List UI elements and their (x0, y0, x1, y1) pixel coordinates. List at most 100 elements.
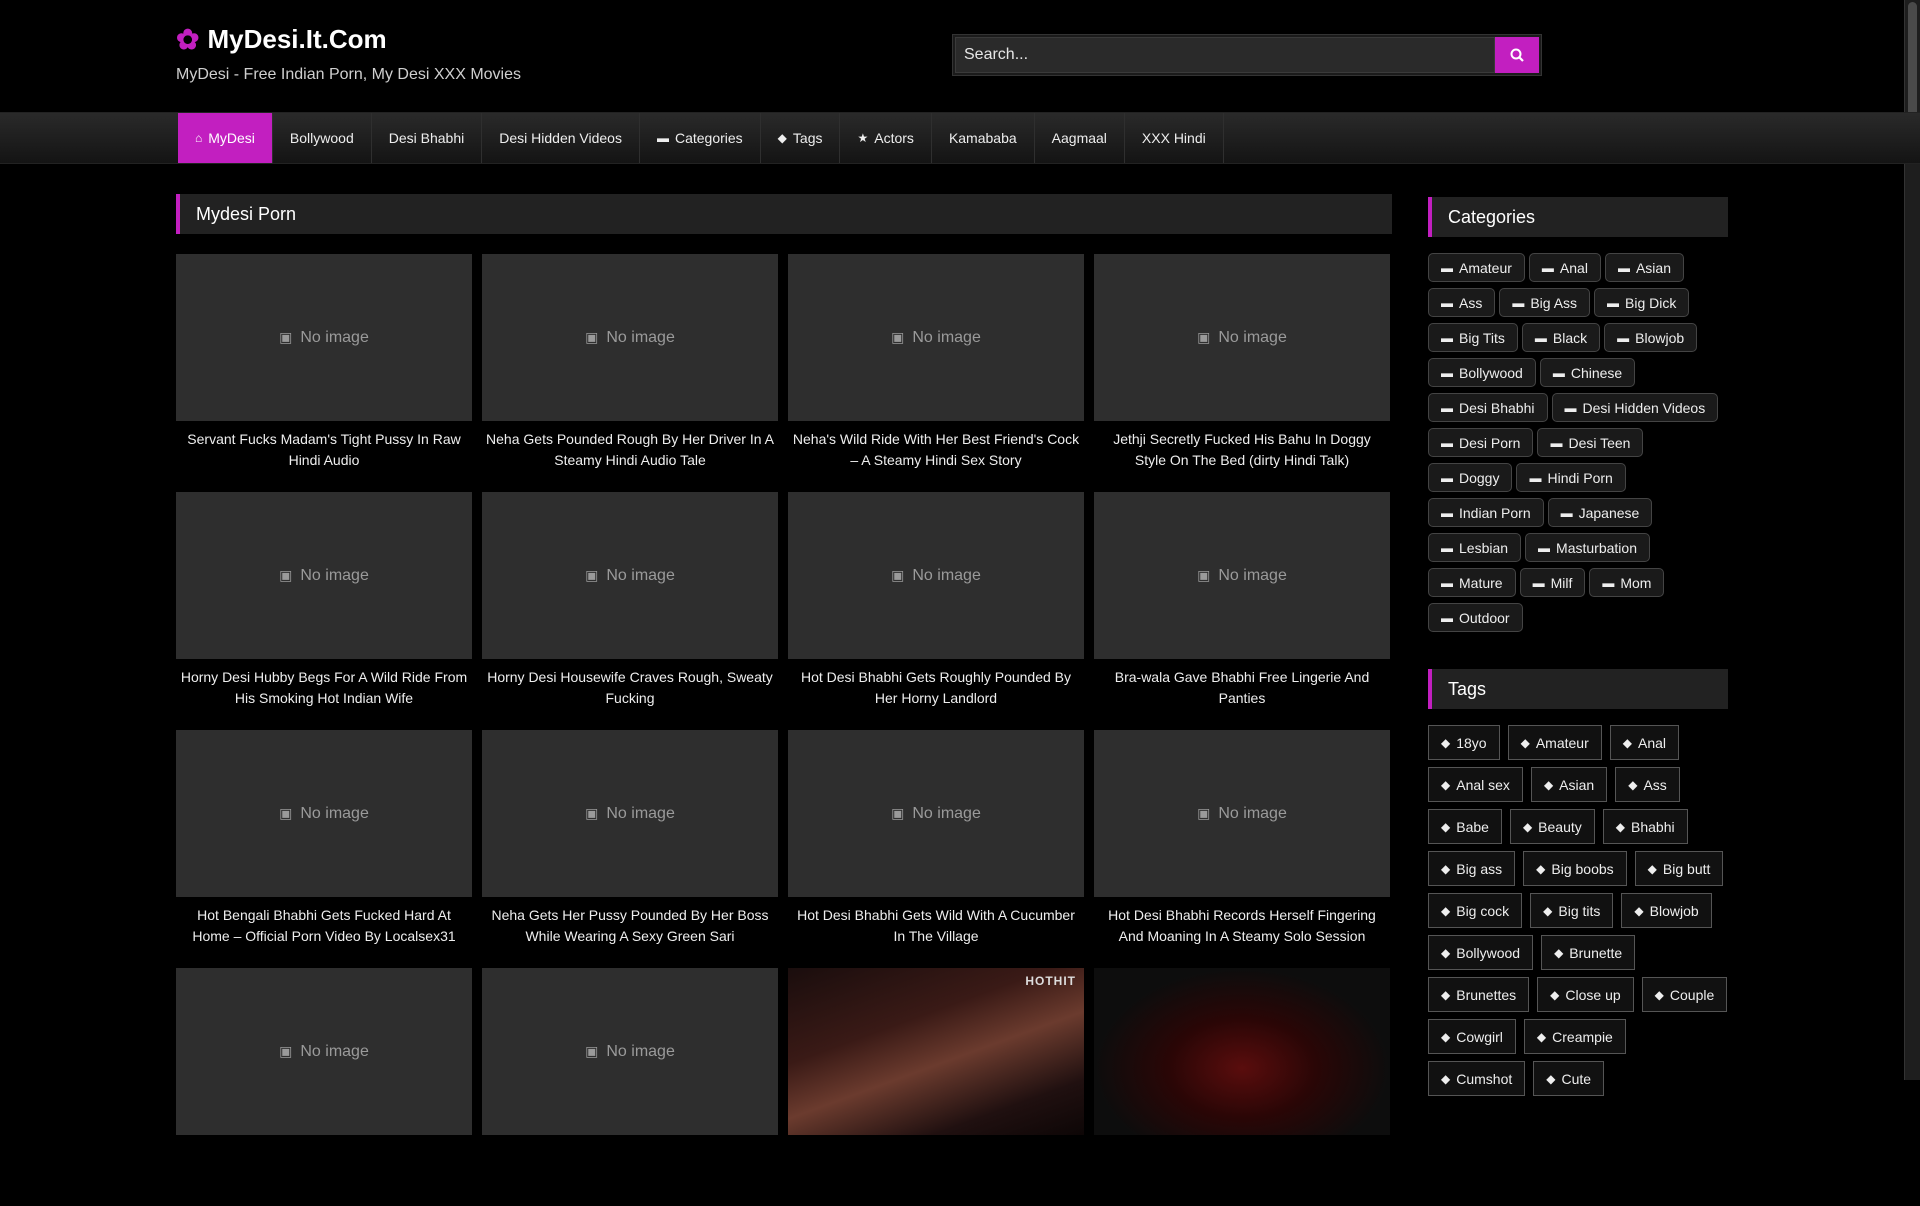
category-item[interactable]: ▬ Japanese (1547, 498, 1653, 527)
video-card[interactable]: ▣ No image Hot Bengali Bhabhi Gets Fucked … (176, 730, 472, 968)
video-card[interactable] (1094, 968, 1390, 1206)
video-title[interactable]: Hot Desi Bhabhi Gets Roughly Pounded By … (788, 667, 1084, 709)
category-item[interactable]: ▬ Anal (1528, 253, 1601, 282)
video-thumbnail[interactable]: ▣ No image (1094, 730, 1390, 897)
tag-item[interactable]: ◆ Beauty (1509, 809, 1595, 844)
video-title[interactable]: Neha's Wild Ride With Her Best Friend's … (788, 429, 1084, 471)
category-item[interactable]: ▬ Mom (1589, 568, 1665, 597)
tag-item[interactable]: ◆ Blowjob (1621, 893, 1712, 928)
video-card[interactable]: ▣ No image Hot Desi Bhabhi Records Herself… (1094, 730, 1390, 968)
category-item[interactable]: ▬ Mature (1428, 568, 1516, 597)
category-item[interactable]: ▬ Desi Hidden Videos (1551, 393, 1719, 422)
tag-item[interactable]: ◆ Big ass (1428, 851, 1516, 886)
nav-item-actors[interactable]: ★ Actors (840, 113, 932, 163)
video-thumbnail[interactable]: ▣ No image (788, 254, 1084, 421)
video-card[interactable]: ▣ No image Horny Desi Hubby Begs For A Wil… (176, 492, 472, 730)
video-title[interactable]: Neha Gets Her Pussy Pounded By Her Boss … (482, 905, 778, 947)
tag-item[interactable]: ◆ Big boobs (1523, 851, 1627, 886)
video-card[interactable]: ▣ No image Hot Desi Bhabhi Gets Roughly Po… (788, 492, 1084, 730)
video-title[interactable]: Hot Bengali Bhabhi Gets Fucked Hard At H… (176, 905, 472, 947)
nav-item-aagmaal[interactable]: Aagmaal (1035, 113, 1125, 163)
tag-item[interactable]: ◆ Creampie (1523, 1019, 1626, 1054)
video-thumbnail[interactable]: ▣ No image (1094, 492, 1390, 659)
video-title[interactable]: Neha Gets Pounded Rough By Her Driver In… (482, 429, 778, 471)
tag-item[interactable]: ◆ Ass (1615, 767, 1680, 802)
nav-item-tags[interactable]: ◆ Tags (761, 113, 841, 163)
video-card[interactable]: ▣ No image Hot Desi Bhabhi Gets Wild With … (788, 730, 1084, 968)
nav-item-desi-bhabhi[interactable]: Desi Bhabhi (372, 113, 483, 163)
tag-item[interactable]: ◆ Brunette (1541, 935, 1636, 970)
category-item[interactable]: ▬ Ass (1428, 288, 1496, 317)
nav-item-categories[interactable]: ▬ Categories (640, 113, 761, 163)
category-item[interactable]: ▬ Lesbian (1428, 533, 1522, 562)
video-title[interactable]: Bra-wala Gave Bhabhi Free Lingerie And P… (1094, 667, 1390, 709)
category-item[interactable]: ▬ Masturbation (1525, 533, 1650, 562)
video-thumbnail[interactable]: ▣ No image (176, 254, 472, 421)
nav-item-mydesi[interactable]: ⌂ MyDesi (178, 113, 273, 163)
nav-item-kamababa[interactable]: Kamababa (932, 113, 1035, 163)
tag-item[interactable]: ◆ Cowgirl (1428, 1019, 1516, 1054)
video-card[interactable]: ▣ No image Jethji Secretly Fucked His Bahu… (1094, 254, 1390, 492)
video-card[interactable]: ▣ No image Neha's Wild Ride With Her Best … (788, 254, 1084, 492)
video-thumbnail[interactable] (1094, 968, 1390, 1135)
tag-item[interactable]: ◆ Couple (1641, 977, 1728, 1012)
category-item[interactable]: ▬ Asian (1604, 253, 1684, 282)
search-input[interactable] (955, 37, 1495, 73)
video-thumbnail[interactable]: ▣ No image (788, 730, 1084, 897)
category-item[interactable]: ▬ Indian Porn (1428, 498, 1544, 527)
tag-item[interactable]: ◆ Brunettes (1428, 977, 1530, 1012)
category-item[interactable]: ▬ Big Ass (1499, 288, 1591, 317)
tag-item[interactable]: ◆ Babe (1428, 809, 1502, 844)
category-item[interactable]: ▬ Chinese (1539, 358, 1636, 387)
category-item[interactable]: ▬ Desi Bhabhi (1428, 393, 1548, 422)
video-thumbnail[interactable]: ▣ No image (176, 492, 472, 659)
video-card[interactable]: ▣ No image Servant Fucks Madam's Tight Pus… (176, 254, 472, 492)
video-title[interactable]: Horny Desi Housewife Craves Rough, Sweat… (482, 667, 778, 709)
category-item[interactable]: ▬ Desi Porn (1428, 428, 1534, 457)
site-logo[interactable]: ✿ MyDesi.It.Com (176, 24, 387, 55)
category-item[interactable]: ▬ Doggy (1428, 463, 1513, 492)
category-item[interactable]: ▬ Big Tits (1428, 323, 1518, 352)
category-item[interactable]: ▬ Hindi Porn (1516, 463, 1626, 492)
category-item[interactable]: ▬ Black (1521, 323, 1601, 352)
category-item[interactable]: ▬ Outdoor (1428, 603, 1523, 632)
video-card[interactable]: HOTHIT (788, 968, 1084, 1206)
video-card[interactable]: ▣ No image Neha Gets Her Pussy Pounded By … (482, 730, 778, 968)
video-thumbnail[interactable]: ▣ No image (788, 492, 1084, 659)
video-thumbnail[interactable]: ▣ No image (482, 254, 778, 421)
video-title[interactable]: Servant Fucks Madam's Tight Pussy In Raw… (176, 429, 472, 471)
tag-item[interactable]: ◆ Anal (1609, 725, 1680, 760)
tag-item[interactable]: ◆ Big cock (1428, 893, 1523, 928)
video-card[interactable]: ▣ No image Horny Desi Housewife Craves Rou… (482, 492, 778, 730)
search-button[interactable] (1495, 37, 1539, 73)
nav-item-xxx-hindi[interactable]: XXX Hindi (1125, 113, 1224, 163)
video-card[interactable]: ▣ No image Bra-wala Gave Bhabhi Free Linge… (1094, 492, 1390, 730)
category-item[interactable]: ▬ Milf (1519, 568, 1586, 597)
video-thumbnail[interactable]: ▣ No image (176, 730, 472, 897)
category-item[interactable]: ▬ Blowjob (1604, 323, 1698, 352)
tag-item[interactable]: ◆ Big butt (1634, 851, 1724, 886)
video-thumbnail[interactable]: HOTHIT (788, 968, 1084, 1135)
video-thumbnail[interactable]: ▣ No image (482, 730, 778, 897)
category-item[interactable]: ▬ Bollywood (1428, 358, 1536, 387)
tag-item[interactable]: ◆ Bollywood (1428, 935, 1534, 970)
nav-item-bollywood[interactable]: Bollywood (273, 113, 372, 163)
video-thumbnail[interactable]: ▣ No image (482, 492, 778, 659)
category-item[interactable]: ▬ Amateur (1428, 253, 1525, 282)
video-card[interactable]: ▣ No image (482, 968, 778, 1206)
video-thumbnail[interactable]: ▣ No image (1094, 254, 1390, 421)
tag-item[interactable]: ◆ 18yo (1428, 725, 1500, 760)
tag-item[interactable]: ◆ Anal sex (1428, 767, 1523, 802)
video-title[interactable]: Horny Desi Hubby Begs For A Wild Ride Fr… (176, 667, 472, 709)
tag-item[interactable]: ◆ Bhabhi (1602, 809, 1688, 844)
video-thumbnail[interactable]: ▣ No image (176, 968, 472, 1135)
video-title[interactable]: Jethji Secretly Fucked His Bahu In Doggy… (1094, 429, 1390, 471)
category-item[interactable]: ▬ Desi Teen (1537, 428, 1644, 457)
tag-item[interactable]: ◆ Cumshot (1428, 1061, 1526, 1096)
video-card[interactable]: ▣ No image Neha Gets Pounded Rough By Her … (482, 254, 778, 492)
video-thumbnail[interactable]: ▣ No image (482, 968, 778, 1135)
tag-item[interactable]: ◆ Big tits (1530, 893, 1614, 928)
tag-item[interactable]: ◆ Close up (1537, 977, 1634, 1012)
tag-item[interactable]: ◆ Asian (1530, 767, 1608, 802)
video-card[interactable]: ▣ No image (176, 968, 472, 1206)
